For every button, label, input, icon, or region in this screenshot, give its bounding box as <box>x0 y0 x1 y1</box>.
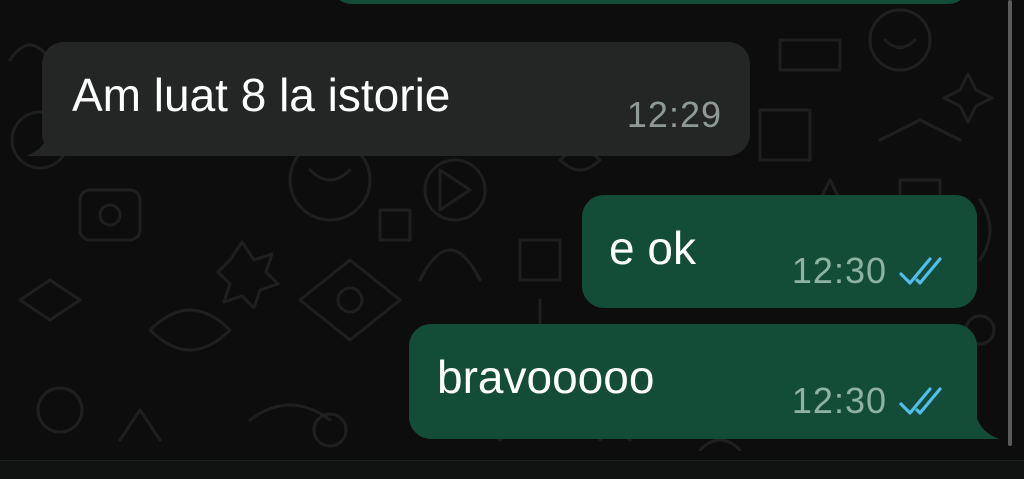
bubble-tail-incoming <box>26 126 66 156</box>
message-text: Am luat 8 la istorie <box>72 69 451 121</box>
bubble-tail-outgoing <box>955 409 999 439</box>
input-bar-edge <box>0 460 1024 479</box>
message-time: 12:30 <box>791 250 887 291</box>
message-text: e ok <box>609 222 696 274</box>
previous-message-bubble <box>330 0 970 4</box>
message-time: 12:30 <box>791 380 887 421</box>
scrollbar[interactable] <box>1008 0 1012 446</box>
message-bubble-outgoing[interactable]: e ok 12:30 <box>582 195 977 308</box>
chat-view: Am luat 8 la istorie 12:29 e ok 12:30 br… <box>0 0 1024 479</box>
message-bubble-incoming[interactable]: Am luat 8 la istorie 12:29 <box>42 42 750 156</box>
double-check-icon <box>899 257 942 285</box>
message-text: bravooooo <box>437 351 655 403</box>
message-time: 12:29 <box>626 94 722 135</box>
message-bubble-outgoing[interactable]: bravooooo 12:30 <box>409 324 977 439</box>
double-check-icon <box>899 387 942 415</box>
